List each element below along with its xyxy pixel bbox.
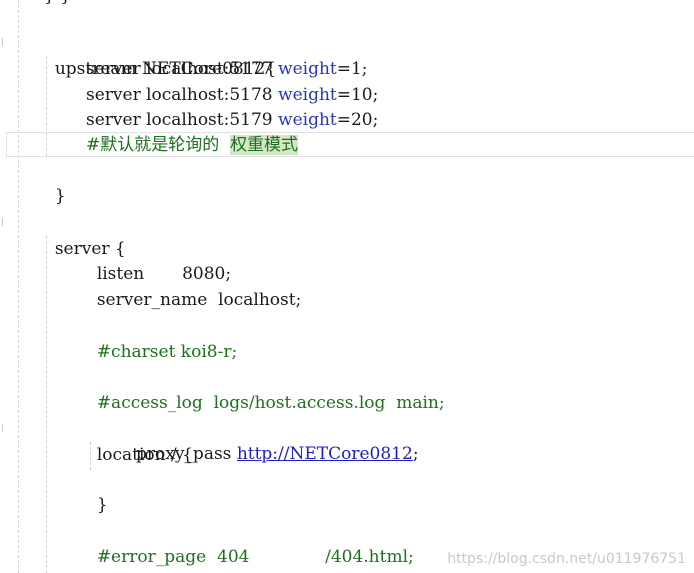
server1-suffix: =1; <box>336 59 368 79</box>
code-line-close-brace-location[interactable]: } <box>86 466 108 515</box>
comment-weight-mode-highlight: 权重模式 <box>230 135 299 155</box>
watermark: https://blog.csdn.net/u011976751 <box>447 551 686 567</box>
server3-weight-keyword: weight <box>278 110 337 130</box>
server3-prefix: server localhost:5179 <box>86 110 279 130</box>
code-line-listen[interactable]: listen 8080; <box>86 235 231 284</box>
code-line-upstream[interactable]: upstream NETCore0812{ <box>44 30 276 79</box>
server2-weight-keyword: weight <box>278 85 337 105</box>
gutter-divider <box>18 0 19 573</box>
fold-marker-server[interactable] <box>2 218 6 226</box>
code-line-top-fragment: } } <box>44 0 71 6</box>
fold-marker-location[interactable] <box>2 424 6 432</box>
code-line-server-block[interactable]: server { <box>44 210 126 259</box>
proxy-pass-url-link[interactable]: http://NETCore0812 <box>237 444 413 464</box>
code-line-proxy-pass[interactable]: proxy_pass http://NETCore0812; <box>136 441 419 467</box>
code-line-server-5178[interactable]: server localhost:5178 weight=10; <box>86 82 378 108</box>
server1-prefix: server localhost:5177 <box>86 59 279 79</box>
close-brace-location-text: } <box>96 495 108 515</box>
server-name-text: server_name localhost; <box>96 290 302 310</box>
code-line-error-page-comment[interactable]: #error_page 404 /404.html; <box>86 518 414 567</box>
proxy-pass-prefix: proxy_pass <box>136 444 237 464</box>
fold-marker-upstream[interactable] <box>2 38 6 46</box>
server2-suffix: =10; <box>336 85 379 105</box>
error-page-comment-text: #error_page 404 /404.html; <box>96 547 414 567</box>
proxy-pass-suffix: ; <box>412 444 419 464</box>
code-line-server-5179[interactable]: server localhost:5179 weight=20; <box>86 107 378 133</box>
server1-weight-keyword: weight <box>278 59 337 79</box>
server2-prefix: server localhost:5178 <box>86 85 279 105</box>
charset-comment-text: #charset koi8-r; <box>96 342 238 362</box>
code-line-server-5177[interactable]: server localhost:5177 weight=1; <box>86 56 368 82</box>
server3-suffix: =20; <box>336 110 379 130</box>
access-log-comment-text: #access_log logs/host.access.log main; <box>96 393 445 413</box>
code-line-charset-comment[interactable]: #charset koi8-r; <box>86 313 237 362</box>
comment-default-text: #默认就是轮询的 <box>86 135 231 155</box>
editor-gutter <box>0 0 14 573</box>
close-brace-upstream-text: } <box>54 186 66 206</box>
indent-guide-server <box>46 236 47 573</box>
code-line-access-log-comment[interactable]: #access_log logs/host.access.log main; <box>86 364 445 413</box>
code-line-comment-default[interactable]: #默认就是轮询的 权重模式 <box>86 132 299 158</box>
code-line-server-name[interactable]: server_name localhost; <box>86 261 302 310</box>
code-line-close-brace-upstream[interactable]: } <box>44 157 66 206</box>
code-line-location[interactable]: location / { <box>86 416 193 465</box>
